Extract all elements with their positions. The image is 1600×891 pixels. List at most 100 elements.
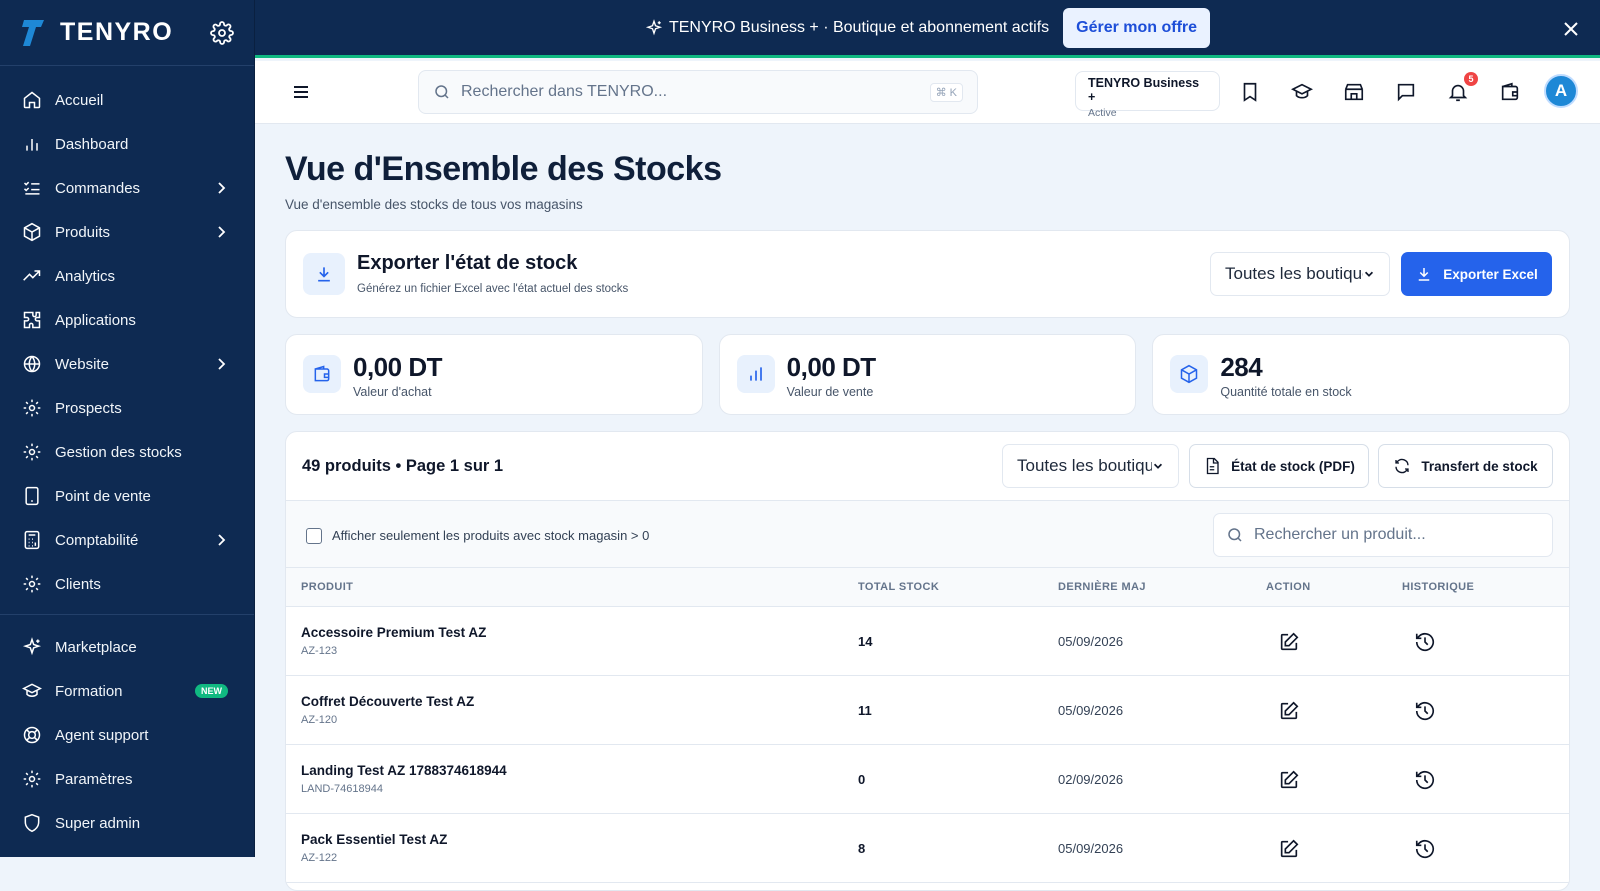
download-icon	[318, 267, 330, 282]
sidebar-item-analytics[interactable]: Analytics	[0, 254, 254, 298]
banner-text: TENYRO Business + · Boutique et abonneme…	[668, 18, 1050, 36]
history-icon[interactable]	[1414, 700, 1436, 722]
column-header-product: PRODUIT	[301, 581, 354, 593]
sidebar-item-agent-support[interactable]: Agent support	[0, 713, 254, 757]
gear-icon	[23, 443, 41, 461]
sidebar-item-gestion-stocks[interactable]: Gestion des stocks	[0, 430, 254, 474]
sidebar-item-label: Clients	[55, 575, 101, 593]
sidebar-item-label: Accueil	[55, 91, 104, 109]
export-card: Exporter l'état de stock Générez un fich…	[285, 230, 1570, 318]
plan-name: TENYRO Business +	[1088, 76, 1200, 104]
stock-transfer-button[interactable]: Transfert de stock	[1378, 444, 1553, 488]
manage-offer-button[interactable]: Gérer mon offre	[1063, 7, 1211, 48]
sidebar-item-produits[interactable]: Produits	[0, 210, 254, 254]
graduation-cap-icon[interactable]	[1291, 81, 1313, 103]
export-title: Exporter l'état de stock	[357, 252, 578, 274]
stat-icon-box	[303, 355, 341, 393]
sidebar-item-label: Point de vente	[55, 487, 151, 505]
total-stock: 0	[858, 772, 866, 787]
stat-value: 0,00 DT	[353, 352, 443, 382]
gear-icon	[23, 399, 41, 417]
sidebar-item-comptabilite[interactable]: Comptabilité	[0, 518, 254, 562]
calculator-icon	[24, 530, 40, 550]
product-sku: AZ-122	[301, 852, 338, 864]
stat-label: Valeur d'achat	[353, 385, 432, 399]
avatar[interactable]: A	[1544, 74, 1578, 108]
sidebar-item-label: Website	[55, 355, 109, 373]
sidebar-item-point-de-vente[interactable]: Point de vente	[0, 474, 254, 518]
bookmark-icon[interactable]	[1239, 81, 1261, 103]
edit-icon[interactable]	[1278, 769, 1300, 791]
sidebar-item-commandes[interactable]: Commandes	[0, 166, 254, 210]
sidebar-item-label: Paramètres	[55, 770, 133, 788]
document-icon	[1206, 457, 1219, 475]
global-search-input[interactable]: Rechercher dans TENYRO... ⌘ K	[418, 70, 978, 114]
package-icon	[1181, 364, 1198, 384]
sidebar-item-accueil[interactable]: Accueil	[0, 78, 254, 122]
history-icon[interactable]	[1414, 631, 1436, 653]
close-icon[interactable]	[1562, 20, 1580, 38]
chevron-down-icon	[1153, 463, 1163, 469]
chat-icon[interactable]	[1395, 81, 1417, 103]
sidebar-item-label: Prospects	[55, 399, 122, 417]
gear-icon[interactable]	[210, 20, 234, 45]
banner-message: TENYRO Business + · Boutique et abonneme…	[645, 19, 1049, 37]
sidebar-item-label: Marketplace	[55, 638, 137, 656]
table-store-select[interactable]: Toutes les boutiques	[1002, 444, 1179, 488]
chevron-right-icon	[218, 534, 226, 546]
sidebar-item-label: Analytics	[55, 267, 116, 285]
edit-icon[interactable]	[1278, 700, 1300, 722]
puzzle-icon	[23, 311, 41, 329]
sidebar-item-label: Comptabilité	[55, 531, 139, 549]
top-header: Rechercher dans TENYRO... ⌘ K TENYRO Bus…	[255, 61, 1600, 124]
tablet-icon	[25, 486, 39, 506]
sidebar-item-super-admin[interactable]: Super admin	[0, 801, 254, 845]
wallet-icon[interactable]	[1499, 81, 1521, 103]
sidebar-item-label: Super admin	[55, 814, 141, 832]
export-excel-button[interactable]: Exporter Excel	[1401, 252, 1552, 296]
stock-pdf-button[interactable]: État de stock (PDF)	[1189, 444, 1369, 488]
sidebar-item-parametres[interactable]: Paramètres	[0, 757, 254, 801]
product-search-input[interactable]: Rechercher un produit...	[1213, 513, 1553, 557]
graduation-cap-icon	[22, 683, 42, 697]
sidebar-item-label: Commandes	[55, 179, 141, 197]
home-icon	[23, 91, 41, 109]
box-icon	[23, 222, 41, 242]
column-header-action: ACTION	[1266, 581, 1311, 593]
edit-icon[interactable]	[1278, 631, 1300, 653]
sidebar-item-clients[interactable]: Clients	[0, 562, 254, 606]
stat-card-purchase-value: 0,00 DT Valeur d'achat	[285, 334, 703, 415]
stat-card-total-quantity: 284 Quantité totale en stock	[1152, 334, 1571, 415]
plan-status-box[interactable]: TENYRO Business + Active	[1075, 71, 1220, 119]
sidebar-item-prospects[interactable]: Prospects	[0, 386, 254, 430]
filter-row: Afficher seulement les produits avec sto…	[286, 501, 1569, 568]
menu-icon[interactable]	[291, 82, 311, 102]
sidebar-item-marketplace[interactable]: Marketplace	[0, 625, 254, 669]
last-update: 02/09/2026	[1058, 772, 1124, 787]
in-stock-checkbox[interactable]	[306, 528, 322, 544]
export-store-select[interactable]: Toutes les boutiques	[1210, 252, 1390, 296]
sidebar-item-website[interactable]: Website	[0, 342, 254, 386]
list-check-icon	[23, 181, 40, 195]
chevron-right-icon	[218, 226, 226, 238]
sidebar-item-dashboard[interactable]: Dashboard	[0, 122, 254, 166]
chevron-right-icon	[218, 182, 226, 194]
sidebar-item-applications[interactable]: Applications	[0, 298, 254, 342]
table-row: Landing Test AZ 1788374618944 LAND-74618…	[286, 745, 1569, 814]
last-update: 05/09/2026	[1058, 634, 1124, 649]
sidebar-item-formation[interactable]: Formation NEW	[0, 669, 254, 713]
column-header-last-update: DERNIÈRE MAJ	[1058, 581, 1146, 593]
sidebar-item-label: Dashboard	[55, 135, 129, 153]
table-toolbar: 49 produits • Page 1 sur 1 Toutes les bo…	[286, 432, 1569, 501]
history-icon[interactable]	[1414, 769, 1436, 791]
sparkle-icon	[645, 18, 663, 35]
product-name: Coffret Découverte Test AZ	[301, 694, 475, 709]
brand-name: TENYRO	[60, 18, 174, 46]
main-content: Vue d'Ensemble des Stocks Vue d'ensemble…	[285, 124, 1571, 891]
product-sku: AZ-120	[301, 714, 338, 726]
refresh-icon	[1395, 458, 1410, 474]
search-shortcut: ⌘ K	[929, 82, 963, 102]
search-icon	[435, 85, 449, 99]
bar-chart-icon	[749, 367, 762, 381]
store-icon[interactable]	[1343, 81, 1365, 103]
